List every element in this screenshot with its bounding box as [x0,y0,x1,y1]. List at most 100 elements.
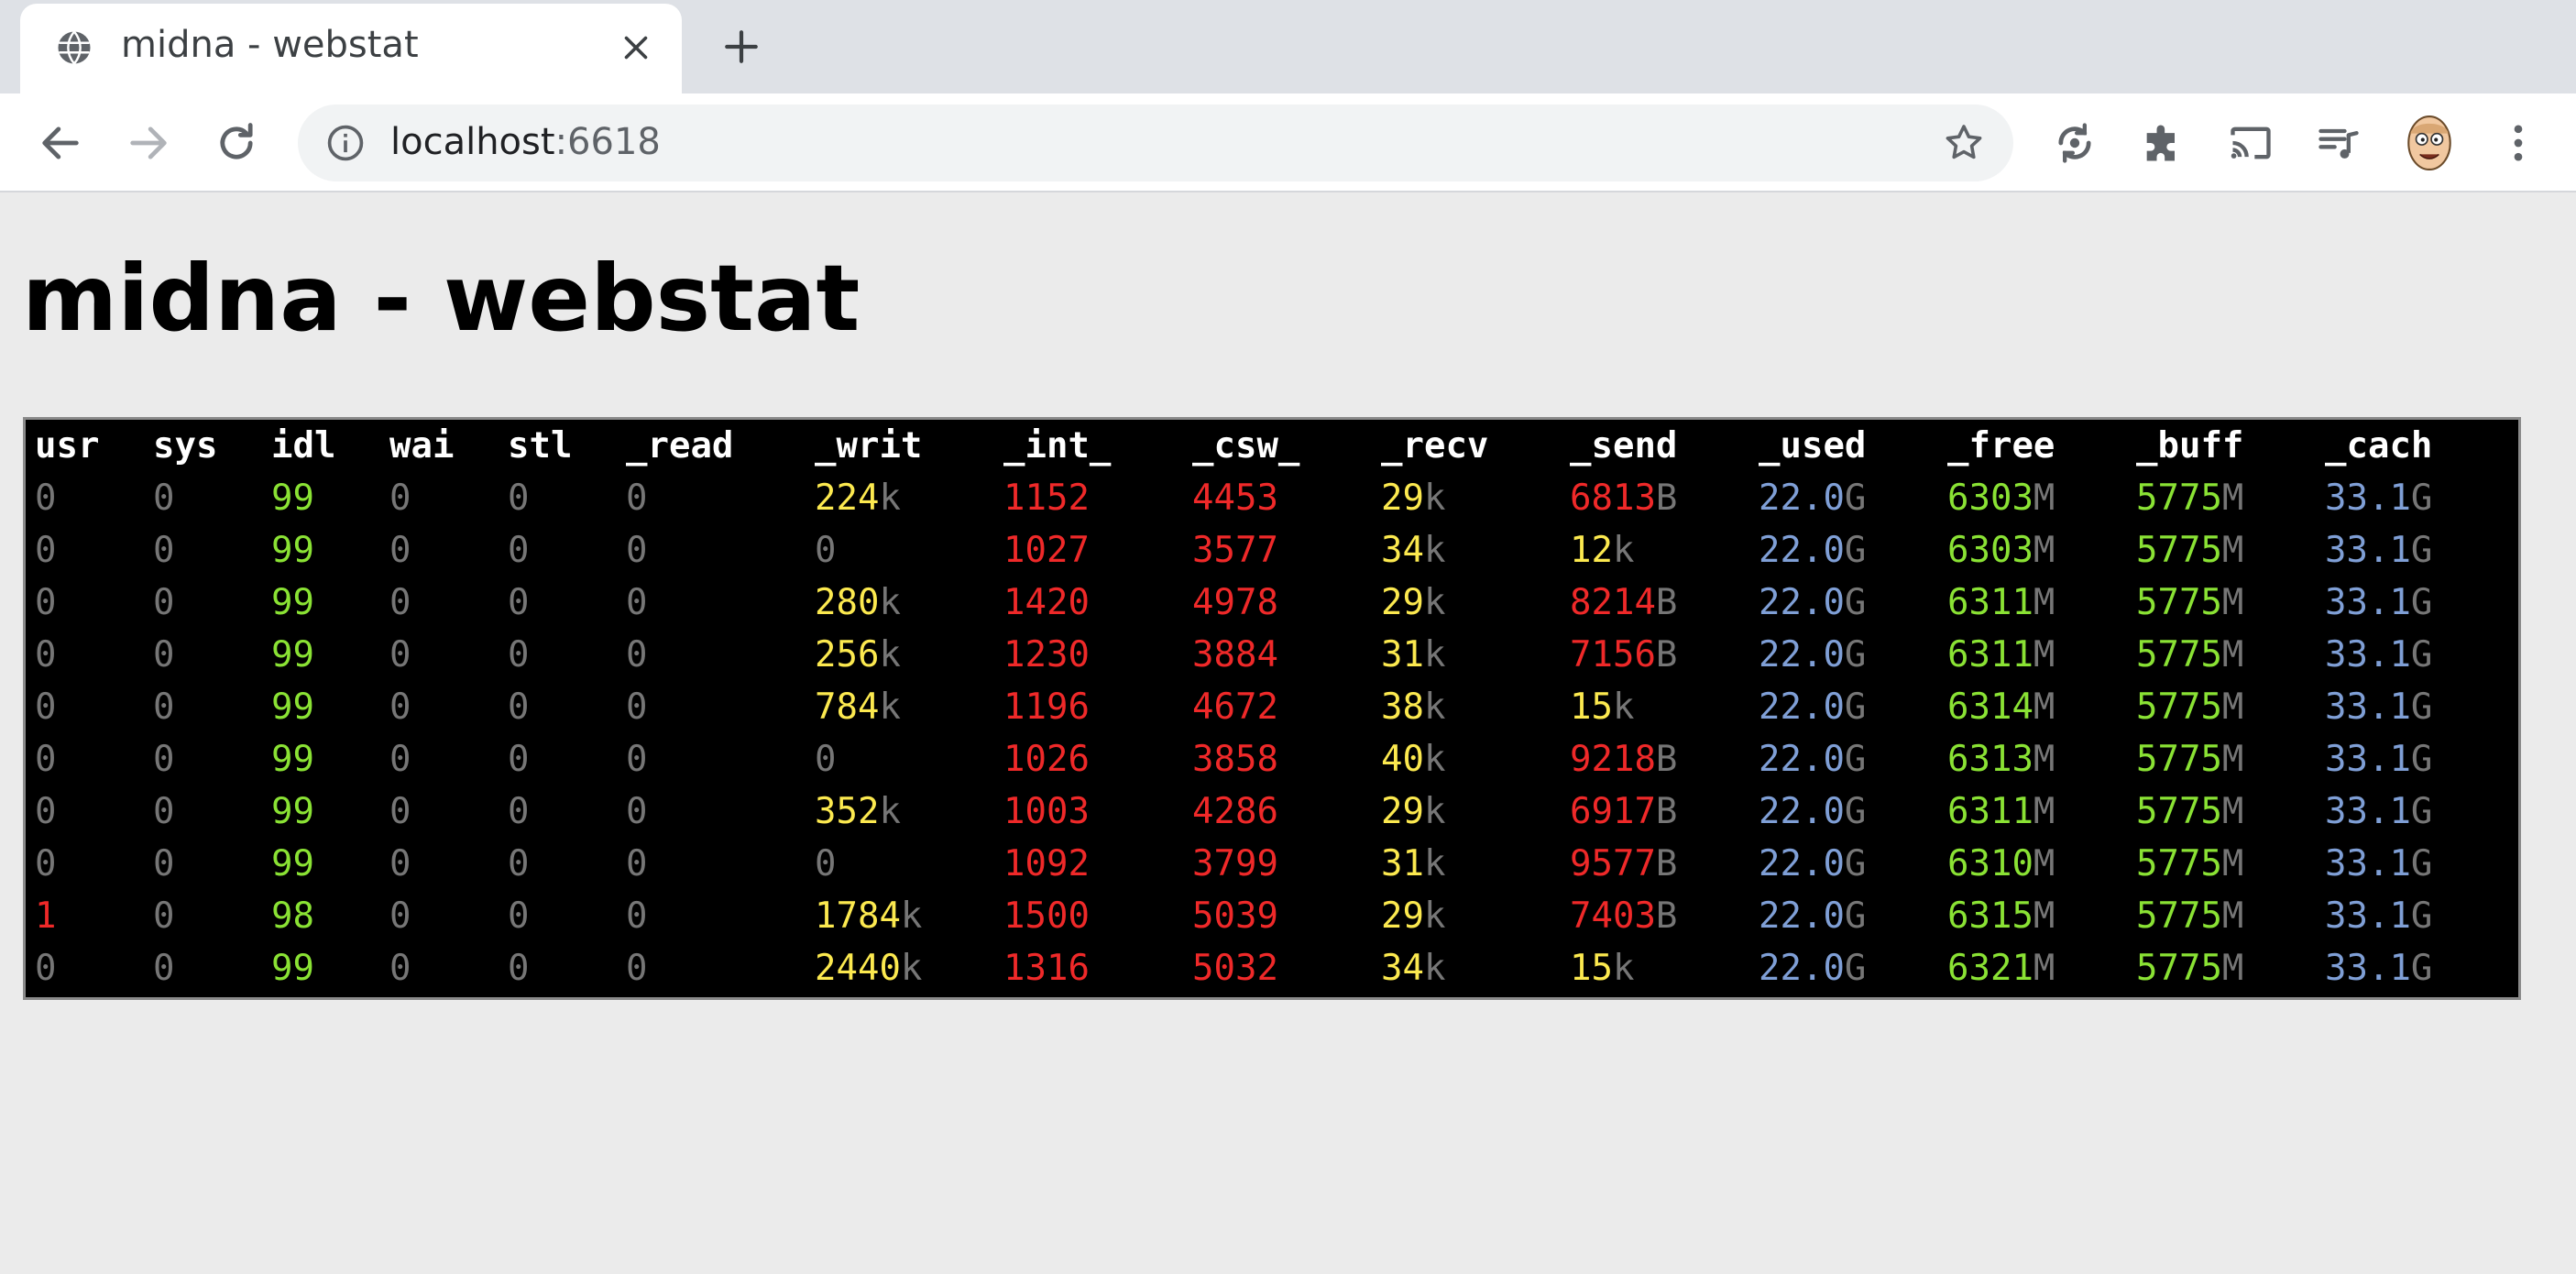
browser-toolbar: localhost:6618 [0,93,2576,192]
cell-value: 29 [1381,478,1424,519]
cell-value: 6311 [1947,582,2033,623]
cell-unit: G [1844,843,1867,884]
table-cell: 33.1G [2316,524,2505,577]
cell-value: 29 [1381,582,1424,623]
cell-value: 15 [1570,948,1613,989]
column-header: _recv [1381,425,1489,467]
table-cell: 3577 [1183,524,1372,577]
table-cell: 0 [499,681,617,733]
cell-value: 22.0 [1759,948,1845,989]
table-cell: 5775M [2127,838,2316,890]
media-queue-icon[interactable] [2315,119,2362,167]
cell-value: 0 [153,843,175,884]
cell-value: 33.1 [2325,948,2411,989]
cell-value: 6303 [1947,530,2033,571]
cell-value: 0 [508,634,530,675]
table-cell: 0 [380,681,499,733]
table-cell: 6813B [1561,472,1749,524]
table-cell: 0 [380,838,499,890]
cell-unit: M [2033,686,2055,728]
cell-value: 1500 [1003,895,1090,937]
table-cell: 6310M [1938,838,2127,890]
table-cell: 0 [144,681,262,733]
cell-value: 5032 [1192,948,1278,989]
cell-value: 0 [626,895,648,937]
info-icon[interactable] [325,123,366,163]
table-cell: 0 [380,785,499,838]
cell-value: 34 [1381,530,1424,571]
header-row: usr sys idl wai stl _read _writ _int_ _csw_ _recv… [26,420,2505,472]
cell-value: 0 [815,843,837,884]
table-cell: 0 [144,577,262,629]
table-cell: 38k [1372,681,1561,733]
url-text[interactable]: localhost:6618 [390,121,661,163]
table-cell: 99 [262,785,380,838]
table-cell: 0 [499,733,617,785]
table-cell: 3799 [1183,838,1372,890]
sync-icon[interactable] [2051,119,2099,167]
cell-value: 6813 [1570,478,1656,519]
address-bar[interactable]: localhost:6618 [298,104,2013,181]
table-cell: 8214B [1561,577,1749,629]
forward-arrow-icon[interactable] [125,119,172,167]
table-cell: 0 [26,733,144,785]
cell-unit: G [1844,582,1867,623]
cell-value: 5775 [2136,686,2222,728]
extensions-puzzle-icon[interactable] [2139,119,2187,167]
cell-value: 0 [626,686,648,728]
table-cell: 33.1G [2316,681,2505,733]
cell-value: 22.0 [1759,843,1845,884]
cell-value: 3884 [1192,634,1278,675]
cell-value: 99 [271,634,314,675]
table-cell: 0 [499,785,617,838]
cell-value: 0 [389,582,411,623]
cast-icon[interactable] [2227,119,2275,167]
cell-value: 0 [389,530,411,571]
browser-tab[interactable]: midna - webstat [20,4,682,93]
profile-avatar-icon[interactable] [2401,112,2458,174]
cell-value: 0 [35,530,57,571]
cell-value: 0 [35,843,57,884]
back-arrow-icon[interactable] [37,119,84,167]
cell-value: 0 [389,843,411,884]
table-cell: 5775M [2127,577,2316,629]
table-cell: 4286 [1183,785,1372,838]
close-tab-icon[interactable] [619,31,652,64]
cell-value: 0 [153,478,175,519]
table-cell: 0 [26,472,144,524]
cell-unit: B [1655,634,1678,675]
table-cell: 9577B [1561,838,1749,890]
table-cell: 33.1G [2316,838,2505,890]
cell-value: 0 [153,634,175,675]
cell-value: 6917 [1570,791,1656,832]
cell-value: 0 [626,843,648,884]
cell-unit: k [1423,634,1446,675]
table-cell: 29k [1372,890,1561,942]
table-cell: 22.0G [1749,733,1938,785]
stats-terminal: usr sys idl wai stl _read _writ _int_ _csw_ _recv… [23,417,2521,1000]
cell-value: 40 [1381,739,1424,780]
new-tab-icon[interactable] [722,27,761,66]
table-cell: 5775M [2127,733,2316,785]
cell-unit: B [1655,739,1678,780]
cell-value: 0 [626,948,648,989]
table-cell: 224k [806,472,994,524]
cell-value: 22.0 [1759,582,1845,623]
table-cell: 99 [262,838,380,890]
column-header: sys [153,425,218,467]
cell-value: 99 [271,582,314,623]
cell-value: 4286 [1192,791,1278,832]
cell-value: 6313 [1947,739,2033,780]
bookmark-star-icon[interactable] [1942,121,1986,165]
menu-kebab-icon[interactable] [2494,119,2542,167]
cell-unit: G [1844,739,1867,780]
cell-value: 5775 [2136,895,2222,937]
cell-unit: G [2410,791,2433,832]
table-cell: 99 [262,524,380,577]
cell-value: 0 [389,895,411,937]
table-cell: 7403B [1561,890,1749,942]
table-cell: 0 [26,785,144,838]
reload-icon[interactable] [213,119,260,167]
table-cell: 33.1G [2316,629,2505,681]
cell-value: 22.0 [1759,686,1845,728]
